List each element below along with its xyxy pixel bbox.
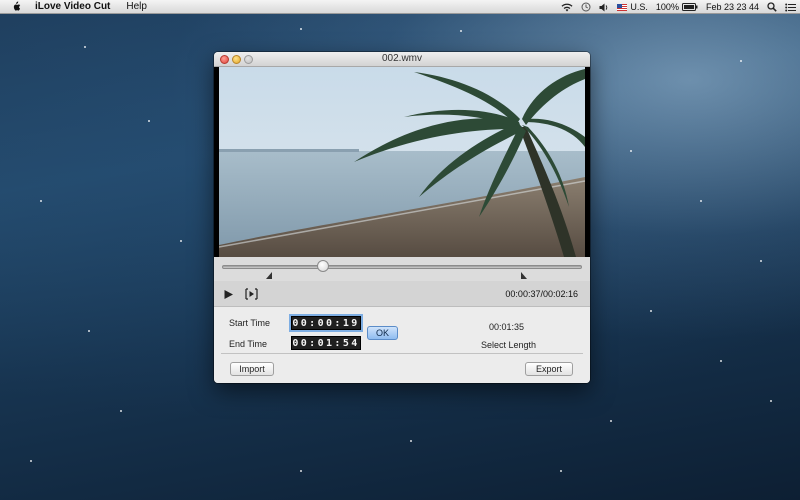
selected-length-value: 00:01:35 xyxy=(489,322,525,332)
status-area: U.S. 100% Feb 23 23 44 xyxy=(561,0,796,14)
timecode-display: 00:00:37/00:02:16 xyxy=(505,289,578,299)
start-time-label: Start Time xyxy=(229,318,271,328)
ok-button[interactable]: OK xyxy=(367,326,398,340)
menu-help[interactable]: Help xyxy=(126,1,147,12)
wifi-icon[interactable] xyxy=(561,3,573,12)
clock[interactable]: Feb 23 23 44 xyxy=(706,2,759,12)
start-time-field[interactable]: 00:00:19 xyxy=(291,316,361,330)
end-time-field[interactable]: 00:01:54 xyxy=(291,336,361,350)
timeline-track[interactable] xyxy=(222,265,582,269)
play-icon[interactable] xyxy=(223,289,234,300)
timeline[interactable] xyxy=(214,257,590,281)
start-marker[interactable] xyxy=(265,272,272,279)
video-preview[interactable] xyxy=(214,67,590,257)
end-marker[interactable] xyxy=(521,272,528,279)
playback-controls: 00:00:37/00:02:16 xyxy=(214,281,590,307)
input-source-menu[interactable]: U.S. xyxy=(617,2,648,12)
input-source-label: U.S. xyxy=(630,2,648,12)
volume-icon[interactable] xyxy=(599,3,609,12)
apple-icon[interactable] xyxy=(11,1,21,12)
notification-icon[interactable] xyxy=(785,3,796,12)
spotlight-icon[interactable] xyxy=(767,2,777,12)
trim-form: Start Time 00:00:19 End Time 00:01:54 OK… xyxy=(214,307,590,383)
menu-bar: iLove Video Cut Help U.S. 100% Feb 23 23… xyxy=(0,0,800,14)
export-button[interactable]: Export xyxy=(525,362,573,376)
battery-status[interactable]: 100% xyxy=(656,2,698,12)
title-bar[interactable]: 002.wmv xyxy=(214,52,590,67)
time-machine-icon[interactable] xyxy=(581,2,591,12)
import-button[interactable]: Import xyxy=(230,362,274,376)
menu-app-name[interactable]: iLove Video Cut xyxy=(35,1,110,12)
select-length-label: Select Length xyxy=(481,340,537,350)
app-window: 002.wmv 00:00:37/00:02:16 Start Time 00:… xyxy=(214,52,590,383)
end-time-label: End Time xyxy=(229,339,268,349)
battery-icon xyxy=(681,3,698,11)
video-frame-image xyxy=(214,67,590,257)
step-frame-icon[interactable] xyxy=(245,288,258,300)
divider xyxy=(221,353,583,354)
window-title: 002.wmv xyxy=(381,53,422,64)
flag-icon xyxy=(617,3,628,11)
battery-percent: 100% xyxy=(655,2,679,12)
playhead-knob[interactable] xyxy=(316,260,329,272)
